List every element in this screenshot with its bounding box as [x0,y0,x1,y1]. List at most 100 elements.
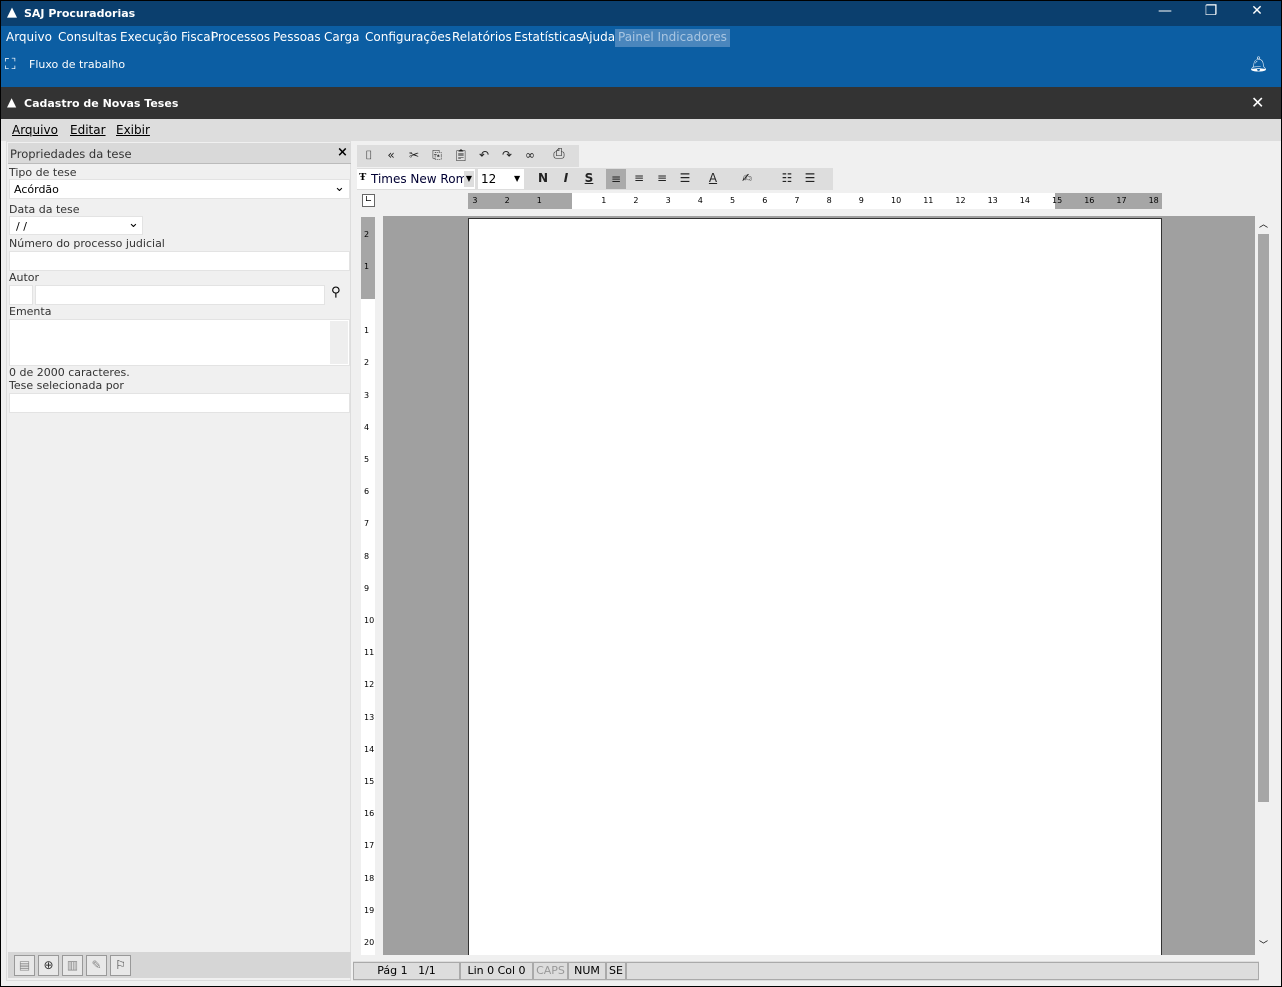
ruler-label: 18 [364,873,375,883]
page-status: Pág 1 1/1 [353,962,460,980]
find-icon[interactable]: ∞ [520,148,540,162]
redo-icon[interactable]: ↷ [497,148,517,162]
ruler-label: 18 [1148,196,1159,205]
selecionada-input[interactable] [9,393,350,413]
caps-status: CAPS [533,962,568,980]
font-select[interactable]: Ŧ Times New Roma ▼ [357,169,475,189]
selecionada-label: Tese selecionada por [9,379,124,392]
chevron-down-icon: ⌄ [334,180,345,195]
ementa-label: Ementa [9,305,52,318]
menu-1[interactable]: Consultas [55,29,120,47]
vertical-scrollbar[interactable]: ︿ ﹀ [1255,216,1272,955]
ruler-label: 6 [364,487,370,497]
autor-name-input[interactable] [35,285,325,305]
menu-6[interactable]: Configurações [362,29,454,47]
justify-icon[interactable]: ☰ [675,171,695,185]
align-right-icon[interactable]: ≡ [652,171,672,185]
ruler-label: 2 [364,229,370,239]
data-value: / / [16,220,27,233]
title-bar: ▲ SAJ Procuradorias — ❐ ✕ [1,1,1281,26]
ruler-label: 6 [762,196,768,205]
tipo-label: Tipo de tese [9,166,77,179]
window-title: Cadastro de Novas Teses [24,97,179,110]
italic-button[interactable]: I [556,171,576,185]
strike-button[interactable]: S [579,171,599,185]
workflow-button[interactable]: Fluxo de trabalho [29,58,125,71]
menu-painel-indicadores[interactable]: Painel Indicadores [615,29,730,47]
document-page[interactable] [468,218,1162,955]
trash-icon[interactable]: ▥ [62,955,83,976]
double-chevron-left-icon[interactable]: « [381,148,401,162]
ementa-textarea[interactable] [9,319,350,366]
menu-0[interactable]: Arquivo [3,29,55,47]
bell-icon[interactable]: 🔔︎ [1249,55,1268,73]
horizontal-ruler[interactable]: 3 2 1 1 2 3 4 5 6 7 8 9 10 11 12 13 14 15 16 17 18 [468,193,1162,209]
numero-input[interactable] [9,251,350,271]
cut-icon[interactable]: ✂ [404,148,424,162]
menu-7[interactable]: Relatórios [449,29,515,47]
ruler-label: 5 [364,455,370,464]
align-left-icon[interactable]: ≡ [606,169,626,189]
ruler-label: 15 [1052,196,1063,205]
undo-icon[interactable]: ↶ [474,148,494,162]
menu-bar: Arquivo Consultas Execução Fiscal Processos… [1,26,1281,87]
numbered-list-icon[interactable]: ☰ [800,171,820,185]
close-button[interactable]: ✕ [1234,3,1280,23]
add-document-icon[interactable]: ⊕ [38,955,59,976]
menu-9[interactable]: Ajuda [578,29,618,47]
signpost-icon[interactable]: ⚐ [110,955,131,976]
vertical-ruler[interactable]: 2 1 1 2 3 4 5 6 7 8 9 10 11 12 13 14 15 16 17 18 19 20 [361,217,375,955]
minimize-button[interactable]: — [1142,3,1188,23]
data-field[interactable]: / / ⌄ [9,216,143,235]
ruler-label: 2 [364,358,370,368]
scroll-up-icon[interactable]: ︿ [1259,217,1268,230]
ruler-label: 3 [665,196,671,205]
tipo-select[interactable]: Acórdão ⌄ [9,179,350,199]
ruler-label: 2 [633,196,639,205]
menu-3[interactable]: Processos [208,29,273,47]
ruler-label: 15 [364,777,375,786]
char-count: 0 de 2000 caracteres. [9,366,130,379]
menu-editar[interactable]: Editar [70,123,106,137]
menu-8[interactable]: Estatísticas [511,29,585,47]
tipo-value: Acórdão [14,183,59,196]
save-icon[interactable]: ▤ [14,955,35,976]
ruler-label: 7 [794,196,800,205]
search-icon[interactable]: ⚲ [331,285,341,300]
paste-icon[interactable]: 📋︎ [451,148,471,162]
ruler-label: 17 [364,841,375,851]
window-close-button[interactable]: ✕ [1251,93,1264,112]
menu-4[interactable]: Pessoas [270,29,324,47]
ruler-label: 10 [364,616,375,625]
panel-footer-toolbar: ▤ ⊕ ▥ ✎ ⚐ [8,952,351,978]
autor-code-input[interactable] [9,285,33,305]
menu-exibir[interactable]: Exibir [116,123,150,137]
tab-stop-icon[interactable]: ∟ [362,194,375,207]
panel-close-button[interactable]: × [337,145,348,160]
print-icon[interactable]: ⎙ [549,146,569,162]
chevron-down-icon[interactable]: ⌄ [128,216,139,231]
font-color-icon[interactable]: A [703,171,723,185]
size-value: 12 [481,172,497,186]
menu-5[interactable]: Carga [321,29,362,47]
copy-icon[interactable]: ⎘ [427,148,447,163]
align-center-icon[interactable]: ≡ [629,171,649,185]
ruler-label: 1 [364,261,370,271]
menu-arquivo[interactable]: Arquivo [12,123,58,137]
ruler-label: 11 [923,196,934,205]
num-status: NUM [568,962,606,980]
size-select[interactable]: 12 ▼ [478,169,524,189]
ruler-label: 4 [364,422,370,432]
highlight-icon[interactable]: ✍ [737,171,757,185]
ementa-scrollbar[interactable] [330,321,348,364]
format-icon[interactable]: ⌷ [359,148,379,163]
menu-2[interactable]: Execução Fiscal [117,29,217,47]
ruler-label: 16 [1084,196,1095,205]
restore-button[interactable]: ❐ [1188,3,1234,23]
brush-icon[interactable]: ✎ [86,955,107,976]
scroll-thumb[interactable] [1258,234,1269,802]
bold-button[interactable]: N [533,171,553,185]
bullet-list-icon[interactable]: ☷ [777,171,797,185]
properties-panel: Propriedades da tese × Tipo de tese Acór… [6,141,351,981]
scroll-down-icon[interactable]: ﹀ [1259,938,1268,951]
